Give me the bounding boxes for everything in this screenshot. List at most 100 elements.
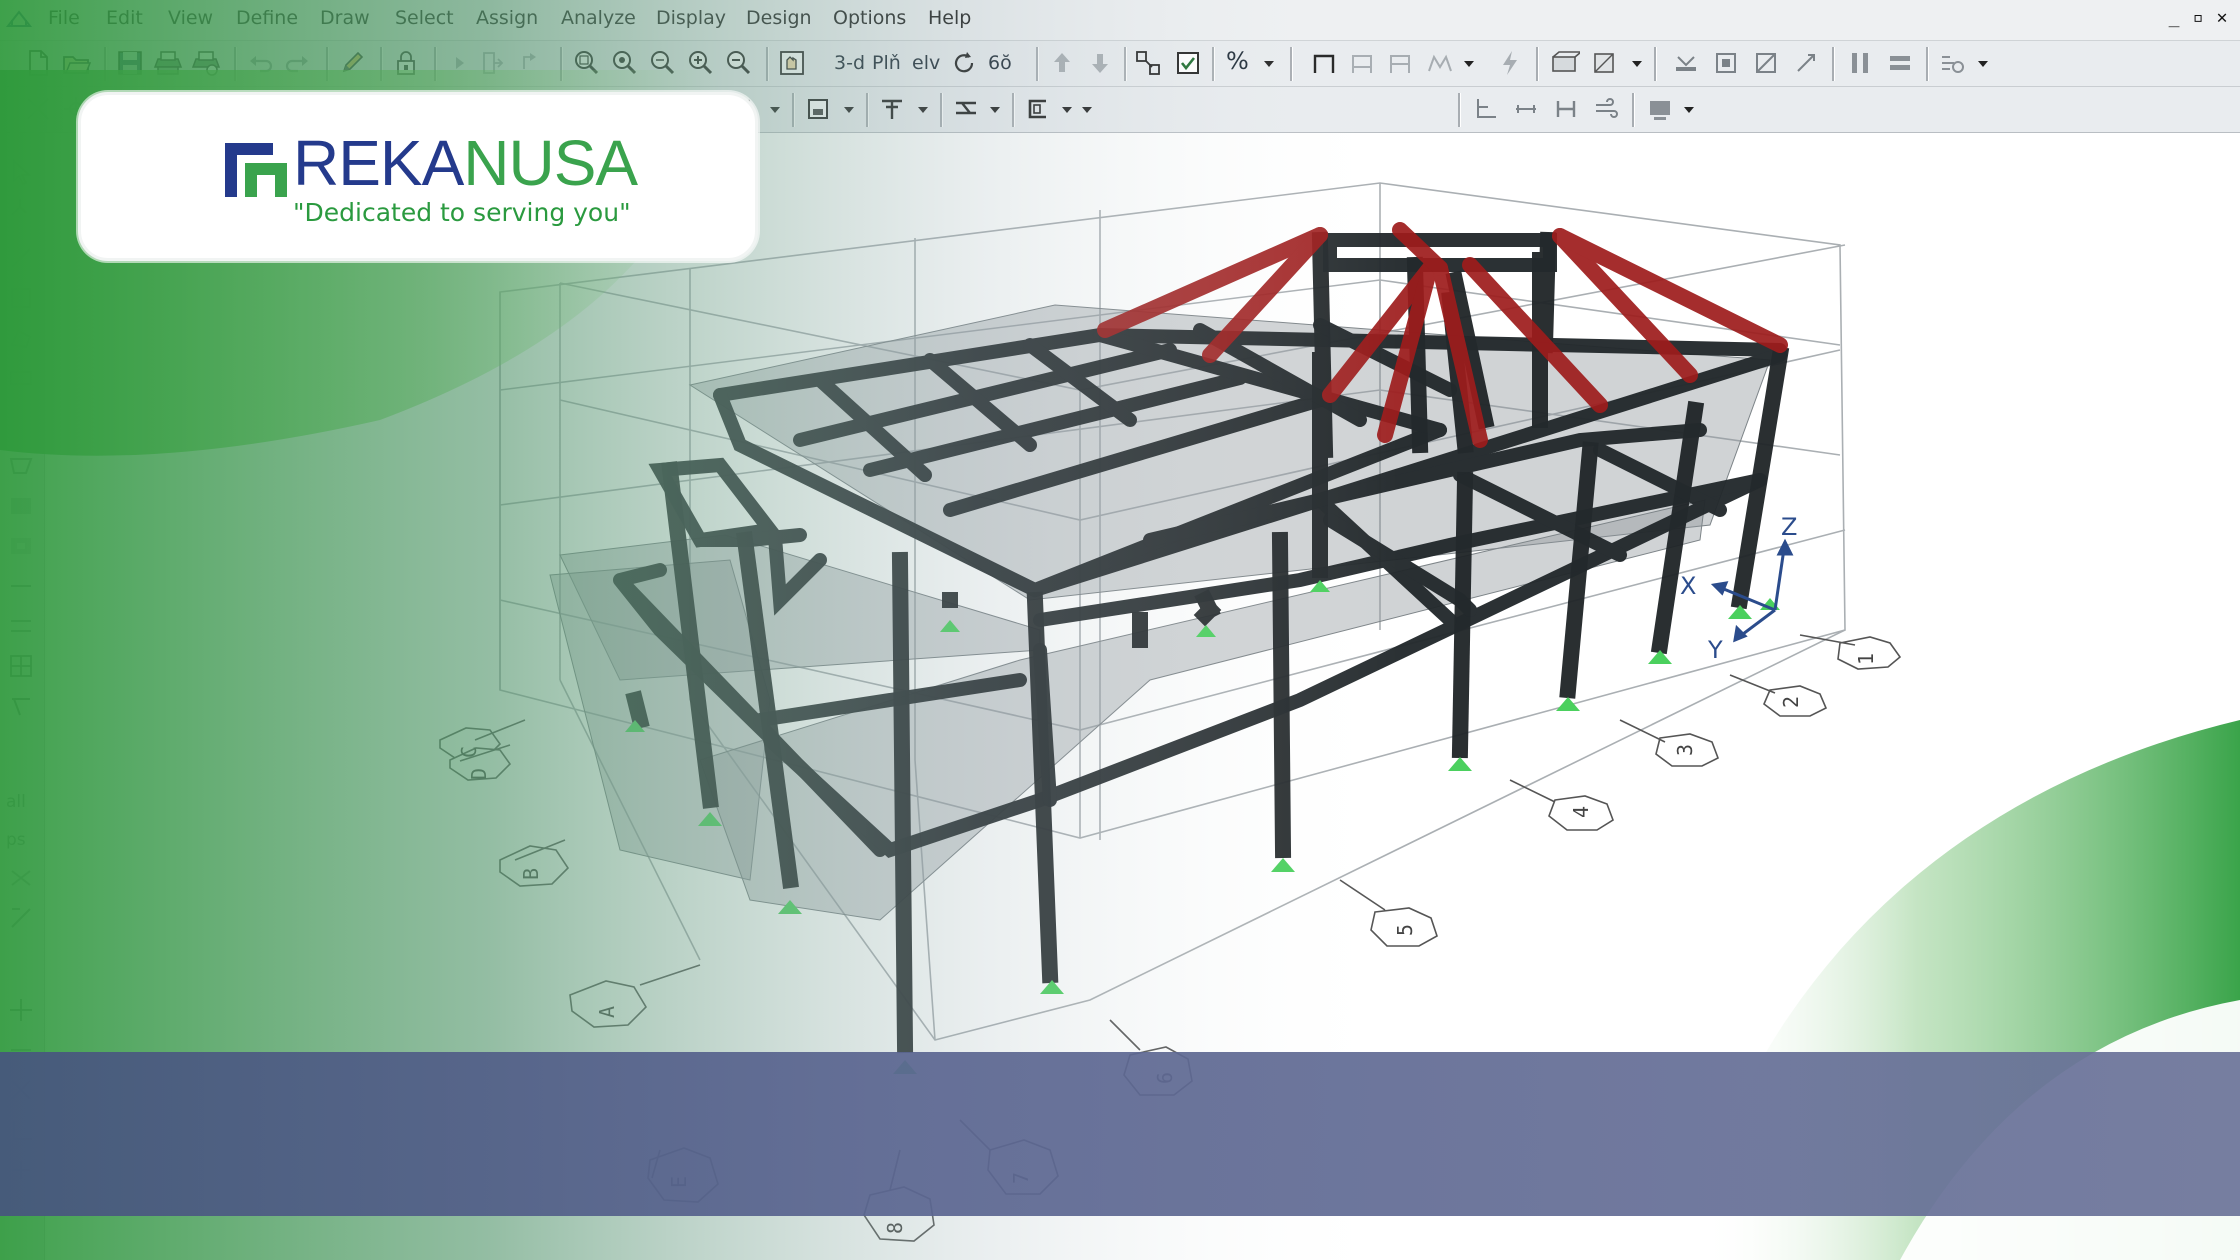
draw-polygon-icon[interactable] <box>6 323 36 353</box>
area-wall-icon[interactable] <box>1588 47 1620 79</box>
draw-wedge-icon[interactable] <box>6 691 36 721</box>
clear-selection-icon[interactable] <box>6 863 36 893</box>
column[interactable] <box>625 690 650 730</box>
pan-icon[interactable] <box>776 47 808 79</box>
menu-options[interactable]: Options <box>833 7 906 29</box>
dropdown-arrow-icon[interactable] <box>1464 61 1474 67</box>
app-logo-icon[interactable] <box>6 8 32 30</box>
dropdown-arrow-icon[interactable] <box>918 107 928 113</box>
assign-section-icon[interactable] <box>1710 47 1742 79</box>
beams-icon[interactable] <box>1884 47 1916 79</box>
snap-end-icon[interactable] <box>6 995 36 1025</box>
view-3d-button[interactable]: 3-d <box>834 52 865 74</box>
menu-design[interactable]: Design <box>746 7 812 29</box>
intersect-select-icon[interactable] <box>6 903 36 933</box>
undo-icon[interactable] <box>244 47 276 79</box>
draw-dimension-icon[interactable] <box>6 283 36 313</box>
dimension-line-icon[interactable] <box>1470 93 1502 125</box>
reference-line-icon[interactable] <box>1550 93 1582 125</box>
reference-point-icon[interactable] <box>1510 93 1542 125</box>
close-button[interactable]: ✕ <box>2212 6 2232 30</box>
draw-shell-icon[interactable] <box>6 451 36 481</box>
draw-brace-icon[interactable] <box>1346 47 1378 79</box>
print-icon[interactable] <box>152 47 184 79</box>
menu-display[interactable]: Display <box>656 7 726 29</box>
grid-bubble[interactable] <box>1339 879 1438 947</box>
select-all-icon[interactable] <box>1132 47 1164 79</box>
assign-release-icon[interactable] <box>1790 47 1822 79</box>
draw-area-icon[interactable] <box>802 93 834 125</box>
move-up-icon[interactable] <box>1046 47 1078 79</box>
support-icon[interactable] <box>1271 858 1295 872</box>
restore-button[interactable]: ▫ <box>2188 6 2208 30</box>
grid-bubble[interactable] <box>1799 634 1902 670</box>
rafter[interactable] <box>1552 228 1788 353</box>
lightning-icon[interactable] <box>1494 47 1526 79</box>
view-elevation-button[interactable]: elv <box>912 52 940 74</box>
rotate-view-icon[interactable] <box>948 47 980 79</box>
wind-load-icon[interactable] <box>1590 93 1622 125</box>
dropdown-arrow-icon[interactable] <box>990 107 1000 113</box>
support-icon[interactable] <box>1556 697 1580 711</box>
menu-define[interactable]: Define <box>236 7 298 29</box>
area-slab-icon[interactable] <box>1548 47 1580 79</box>
assign-load-icon[interactable] <box>1750 47 1782 79</box>
snap-tool-icon[interactable] <box>22 93 54 125</box>
check-model-icon[interactable] <box>1172 47 1204 79</box>
draw-wall-icon[interactable] <box>950 93 982 125</box>
zoom-fit-icon[interactable] <box>646 47 678 79</box>
zoom-out-icon[interactable] <box>722 47 754 79</box>
menu-analyze[interactable]: Analyze <box>561 7 636 29</box>
draw-rect-area-icon[interactable] <box>6 363 36 393</box>
draw-grid-icon[interactable] <box>6 651 36 681</box>
grid-bubble[interactable] <box>1729 674 1828 717</box>
draw-opening-icon[interactable] <box>6 531 36 561</box>
dropdown-arrow-icon[interactable] <box>1684 107 1694 113</box>
dropdown-arrow-icon[interactable] <box>1264 61 1274 67</box>
view-plan-button[interactable]: Plň <box>872 52 901 74</box>
menu-select[interactable]: Select <box>395 7 454 29</box>
draw-section-cut-icon[interactable] <box>1022 93 1054 125</box>
menu-draw[interactable]: Draw <box>320 7 370 29</box>
dropdown-arrow-icon[interactable] <box>1978 61 1988 67</box>
columns-icon[interactable] <box>1844 47 1876 79</box>
design-options-icon[interactable] <box>1936 47 1968 79</box>
dropdown-arrow-icon[interactable] <box>1062 107 1072 113</box>
lock-model-icon[interactable] <box>476 47 508 79</box>
save-icon[interactable] <box>114 47 146 79</box>
dropdown-arrow-icon[interactable] <box>844 107 854 113</box>
percent-button[interactable]: % <box>1226 47 1249 75</box>
redo-icon[interactable] <box>282 47 314 79</box>
draw-truss-icon[interactable] <box>1424 47 1456 79</box>
assign-restraint-icon[interactable] <box>1670 47 1702 79</box>
menu-edit[interactable]: Edit <box>106 7 143 29</box>
menu-file[interactable]: File <box>48 7 80 29</box>
dropdown-arrow-icon[interactable] <box>1632 61 1642 67</box>
dropdown-arrow-icon[interactable] <box>770 107 780 113</box>
zoom-window-icon[interactable] <box>570 47 602 79</box>
display-output-icon[interactable] <box>1644 93 1676 125</box>
pencil-icon[interactable] <box>336 47 368 79</box>
support-icon[interactable] <box>1728 605 1752 619</box>
grid-bubble[interactable] <box>1619 719 1720 767</box>
print-preview-icon[interactable] <box>190 47 222 79</box>
draw-frame-icon[interactable] <box>1308 47 1340 79</box>
column[interactable] <box>891 551 914 1054</box>
refresh-model-icon[interactable] <box>516 47 548 79</box>
dropdown-arrow-icon[interactable] <box>1082 107 1092 113</box>
minimize-button[interactable]: _ <box>2164 6 2184 30</box>
rafter[interactable] <box>1097 227 1328 338</box>
draw-spring-icon[interactable] <box>6 611 36 641</box>
menu-help[interactable]: Help <box>928 7 971 29</box>
pointer-icon[interactable] <box>6 157 36 187</box>
draw-floor-icon[interactable] <box>6 491 36 521</box>
menu-assign[interactable]: Assign <box>476 7 538 29</box>
reshape-icon[interactable] <box>6 195 36 225</box>
menu-view[interactable]: View <box>168 7 213 29</box>
move-down-icon[interactable] <box>1084 47 1116 79</box>
lock-icon[interactable] <box>390 47 422 79</box>
draw-line-icon[interactable] <box>6 243 36 273</box>
draw-column-icon[interactable] <box>876 93 908 125</box>
new-file-icon[interactable] <box>22 47 54 79</box>
support-icon[interactable] <box>1648 650 1672 664</box>
